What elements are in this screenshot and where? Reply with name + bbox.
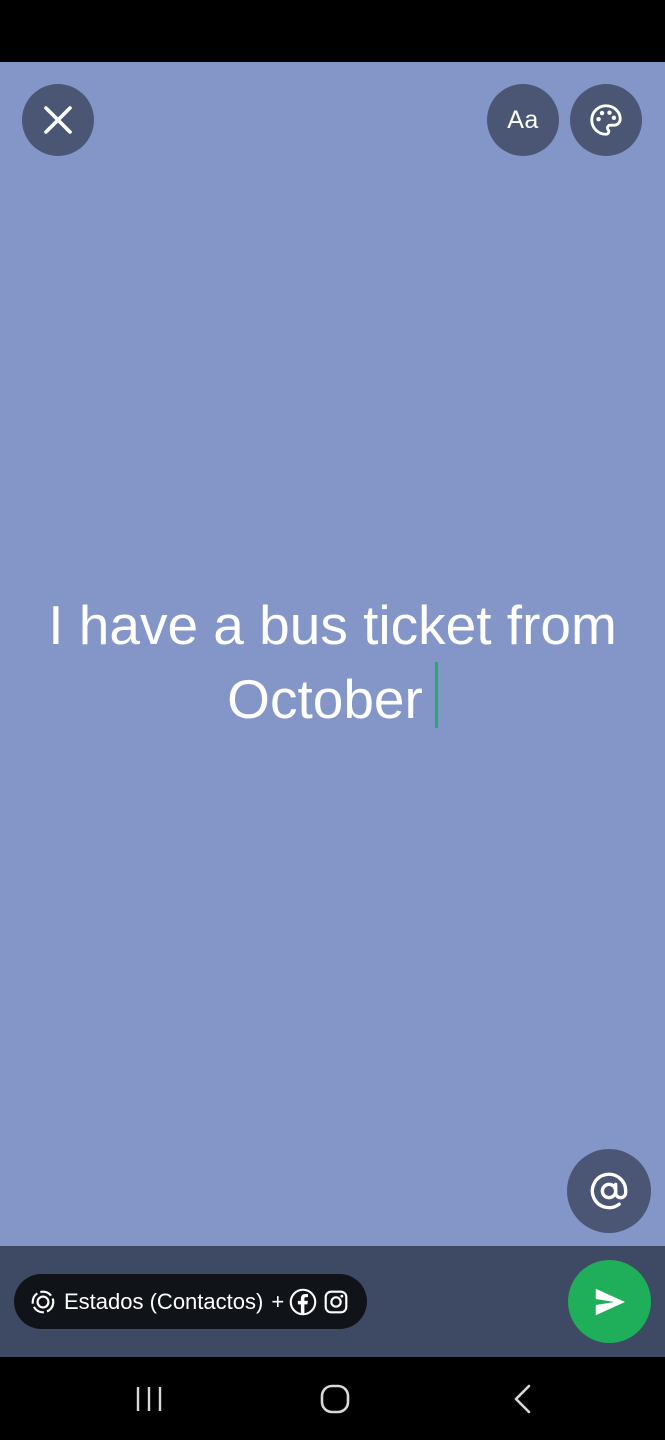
back-button[interactable]	[462, 1357, 582, 1440]
facebook-icon	[289, 1288, 317, 1316]
status-icon	[30, 1289, 56, 1315]
recents-icon	[136, 1386, 162, 1411]
screen: Aa I have a bus ticket from October Esta…	[0, 0, 665, 1440]
font-style-label: Aa	[507, 105, 539, 134]
font-style-button[interactable]: Aa	[487, 84, 559, 156]
home-button[interactable]	[275, 1357, 395, 1440]
audience-selector[interactable]: Estados (Contactos) +	[14, 1274, 368, 1329]
text-caret	[434, 662, 438, 728]
palette-icon	[590, 104, 622, 136]
navigation-bar	[0, 1357, 665, 1440]
audience-label: Estados (Contactos)	[64, 1288, 264, 1314]
status-bar	[0, 0, 665, 62]
close-button[interactable]	[22, 84, 94, 156]
bottom-bar: Estados (Contactos) +	[0, 1246, 665, 1357]
send-icon	[595, 1288, 625, 1315]
status-text-input[interactable]: I have a bus ticket from October	[20, 589, 645, 736]
background-color-button[interactable]	[570, 84, 642, 156]
at-sign-icon	[590, 1172, 628, 1210]
status-text: I have a bus ticket from October	[48, 594, 617, 730]
back-icon	[514, 1384, 531, 1413]
send-button[interactable]	[568, 1260, 651, 1343]
instagram-icon	[323, 1289, 349, 1315]
recents-button[interactable]	[89, 1357, 209, 1440]
close-icon	[44, 106, 72, 134]
mention-button[interactable]	[567, 1149, 651, 1233]
home-icon	[320, 1384, 350, 1413]
status-canvas[interactable]: Aa I have a bus ticket from October	[0, 62, 665, 1246]
audience-plus: +	[271, 1288, 285, 1314]
